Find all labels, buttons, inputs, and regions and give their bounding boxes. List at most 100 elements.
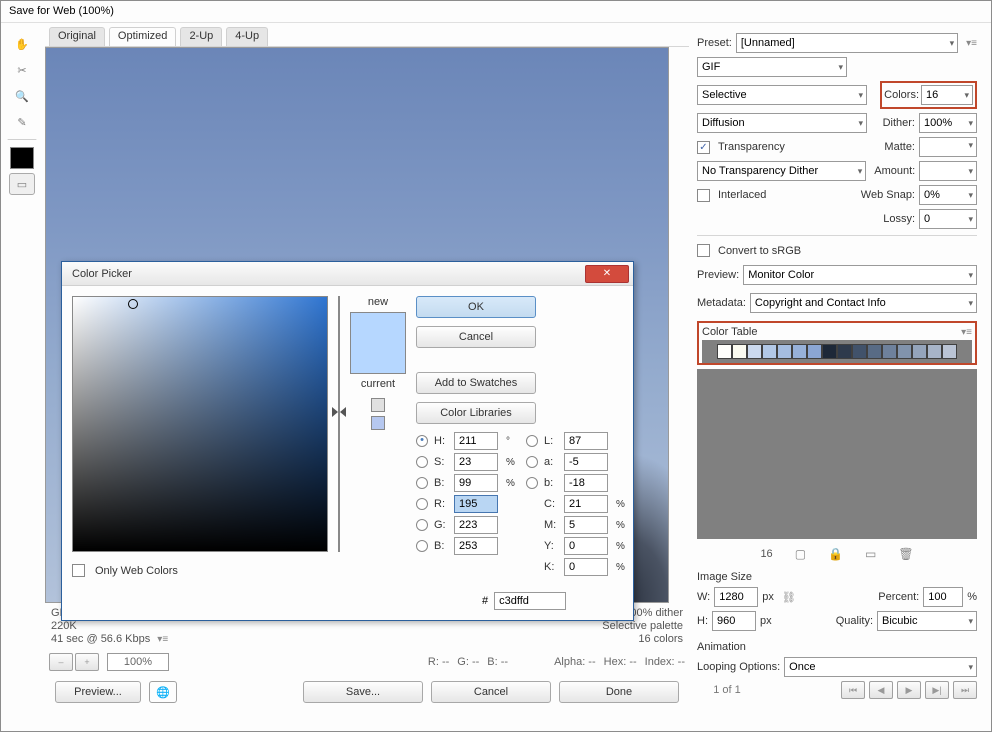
websafe-warning-icon[interactable] [371, 416, 385, 430]
tab-original[interactable]: Original [49, 27, 105, 46]
tab-2up[interactable]: 2-Up [180, 27, 222, 46]
zoom-input[interactable]: 100% [107, 653, 169, 671]
anim-first-icon[interactable]: ⏮ [841, 681, 865, 699]
browser-preview-icon[interactable]: 🌐 [149, 681, 177, 703]
dither-algo-select[interactable]: Diffusion [697, 113, 867, 133]
preset-select[interactable]: [Unnamed] [736, 33, 958, 53]
percent-input[interactable]: 100 [923, 587, 963, 607]
hex-input[interactable]: c3dffd [494, 592, 566, 610]
anim-last-icon[interactable]: ⏭ [953, 681, 977, 699]
color-table-cell[interactable] [777, 344, 792, 359]
sv-marker-icon[interactable] [128, 299, 138, 309]
color-table-cell[interactable] [807, 344, 822, 359]
new-current-swatch[interactable] [350, 312, 406, 374]
anim-play-icon[interactable]: ▶ [897, 681, 921, 699]
ct-icon-lock[interactable]: 🔒 [828, 547, 843, 561]
color-table-cell[interactable] [927, 344, 942, 359]
preview-button[interactable]: Preview... [55, 681, 141, 703]
preview-select[interactable]: Monitor Color [743, 265, 977, 285]
anim-prev-icon[interactable]: ◀ [869, 681, 893, 699]
eyedropper-tool-icon[interactable]: ✎ [9, 111, 35, 133]
dither-value[interactable]: 100% [919, 113, 977, 133]
amount-value[interactable] [919, 161, 977, 181]
width-input[interactable]: 1280 [714, 587, 758, 607]
y-input[interactable]: 0 [564, 537, 608, 555]
toggle-slices-icon[interactable]: ▭ [9, 173, 35, 195]
websnap-value[interactable]: 0% [919, 185, 977, 205]
reduction-select[interactable]: Selective [697, 85, 867, 105]
c-input[interactable]: 21 [564, 495, 608, 513]
h-input[interactable]: 211 [454, 432, 498, 450]
radio-l[interactable] [526, 435, 538, 447]
hue-slider[interactable] [338, 296, 340, 552]
a-input[interactable]: -5 [564, 453, 608, 471]
radio-s[interactable] [416, 456, 428, 468]
cancel-button[interactable]: Cancel [431, 681, 551, 703]
picker-cancel-button[interactable]: Cancel [416, 326, 536, 348]
k-input[interactable]: 0 [564, 558, 608, 576]
ct-icon-trash[interactable]: 🗑 [898, 547, 913, 561]
b2-input[interactable]: -18 [564, 474, 608, 492]
color-table-cell[interactable] [792, 344, 807, 359]
color-table-cell[interactable] [822, 344, 837, 359]
radio-g[interactable] [416, 519, 428, 531]
color-table[interactable] [706, 344, 968, 359]
done-button[interactable]: Done [559, 681, 679, 703]
srgb-checkbox[interactable] [697, 244, 710, 257]
quality-select[interactable]: Bicubic [877, 611, 977, 631]
link-icon[interactable]: ⛓ [782, 591, 796, 604]
color-table-cell[interactable] [897, 344, 912, 359]
colors-select[interactable]: 16 [921, 85, 973, 105]
color-table-cell[interactable] [867, 344, 882, 359]
color-table-cell[interactable] [852, 344, 867, 359]
color-table-cell[interactable] [732, 344, 747, 359]
b-input[interactable]: 253 [454, 537, 498, 555]
color-table-cell[interactable] [717, 344, 732, 359]
color-table-cell[interactable] [942, 344, 957, 359]
metadata-select[interactable]: Copyright and Contact Info [750, 293, 977, 313]
looping-select[interactable]: Once [784, 657, 977, 677]
anim-next-icon[interactable]: ▶| [925, 681, 949, 699]
gamut-warning-icon[interactable] [371, 398, 385, 412]
matte-select[interactable] [919, 137, 977, 157]
interlaced-checkbox[interactable] [697, 189, 710, 202]
radio-h[interactable] [416, 435, 428, 447]
color-table-cell[interactable] [837, 344, 852, 359]
color-table-cell[interactable] [882, 344, 897, 359]
ct-icon-1[interactable]: ▢ [795, 547, 806, 561]
only-web-checkbox[interactable] [72, 564, 85, 577]
radio-a[interactable] [526, 456, 538, 468]
ct-icon-new[interactable]: ▭ [865, 547, 876, 561]
format-select[interactable]: GIF [697, 57, 847, 77]
zoom-in-button[interactable]: + [75, 653, 99, 671]
r-input[interactable]: 195 [454, 495, 498, 513]
color-table-cell[interactable] [747, 344, 762, 359]
add-to-swatches-button[interactable]: Add to Swatches [416, 372, 536, 394]
color-table-menu-icon[interactable]: ▾≡ [961, 327, 972, 338]
save-button[interactable]: Save... [303, 681, 423, 703]
l-input[interactable]: 87 [564, 432, 608, 450]
radio-r[interactable] [416, 498, 428, 510]
radio-b2[interactable] [526, 477, 538, 489]
zoom-out-button[interactable]: – [49, 653, 73, 671]
radio-bb[interactable] [416, 477, 428, 489]
slice-tool-icon[interactable]: ✂ [9, 59, 35, 81]
trans-dither-select[interactable]: No Transparency Dither [697, 161, 866, 181]
picker-ok-button[interactable]: OK [416, 296, 536, 318]
g-input[interactable]: 223 [454, 516, 498, 534]
hand-tool-icon[interactable]: ✋ [9, 33, 35, 55]
picker-close-icon[interactable]: ✕ [585, 265, 629, 283]
transparency-checkbox[interactable] [697, 141, 710, 154]
s-input[interactable]: 23 [454, 453, 498, 471]
saturation-value-field[interactable] [72, 296, 328, 552]
height-input[interactable]: 960 [712, 611, 756, 631]
color-libraries-button[interactable]: Color Libraries [416, 402, 536, 424]
preset-menu-icon[interactable]: ▾≡ [966, 38, 977, 49]
zoom-tool-icon[interactable]: 🔍 [9, 85, 35, 107]
radio-b[interactable] [416, 540, 428, 552]
bb-input[interactable]: 99 [454, 474, 498, 492]
lossy-value[interactable]: 0 [919, 209, 977, 229]
m-input[interactable]: 5 [564, 516, 608, 534]
color-table-cell[interactable] [762, 344, 777, 359]
tab-optimized[interactable]: Optimized [109, 27, 177, 46]
